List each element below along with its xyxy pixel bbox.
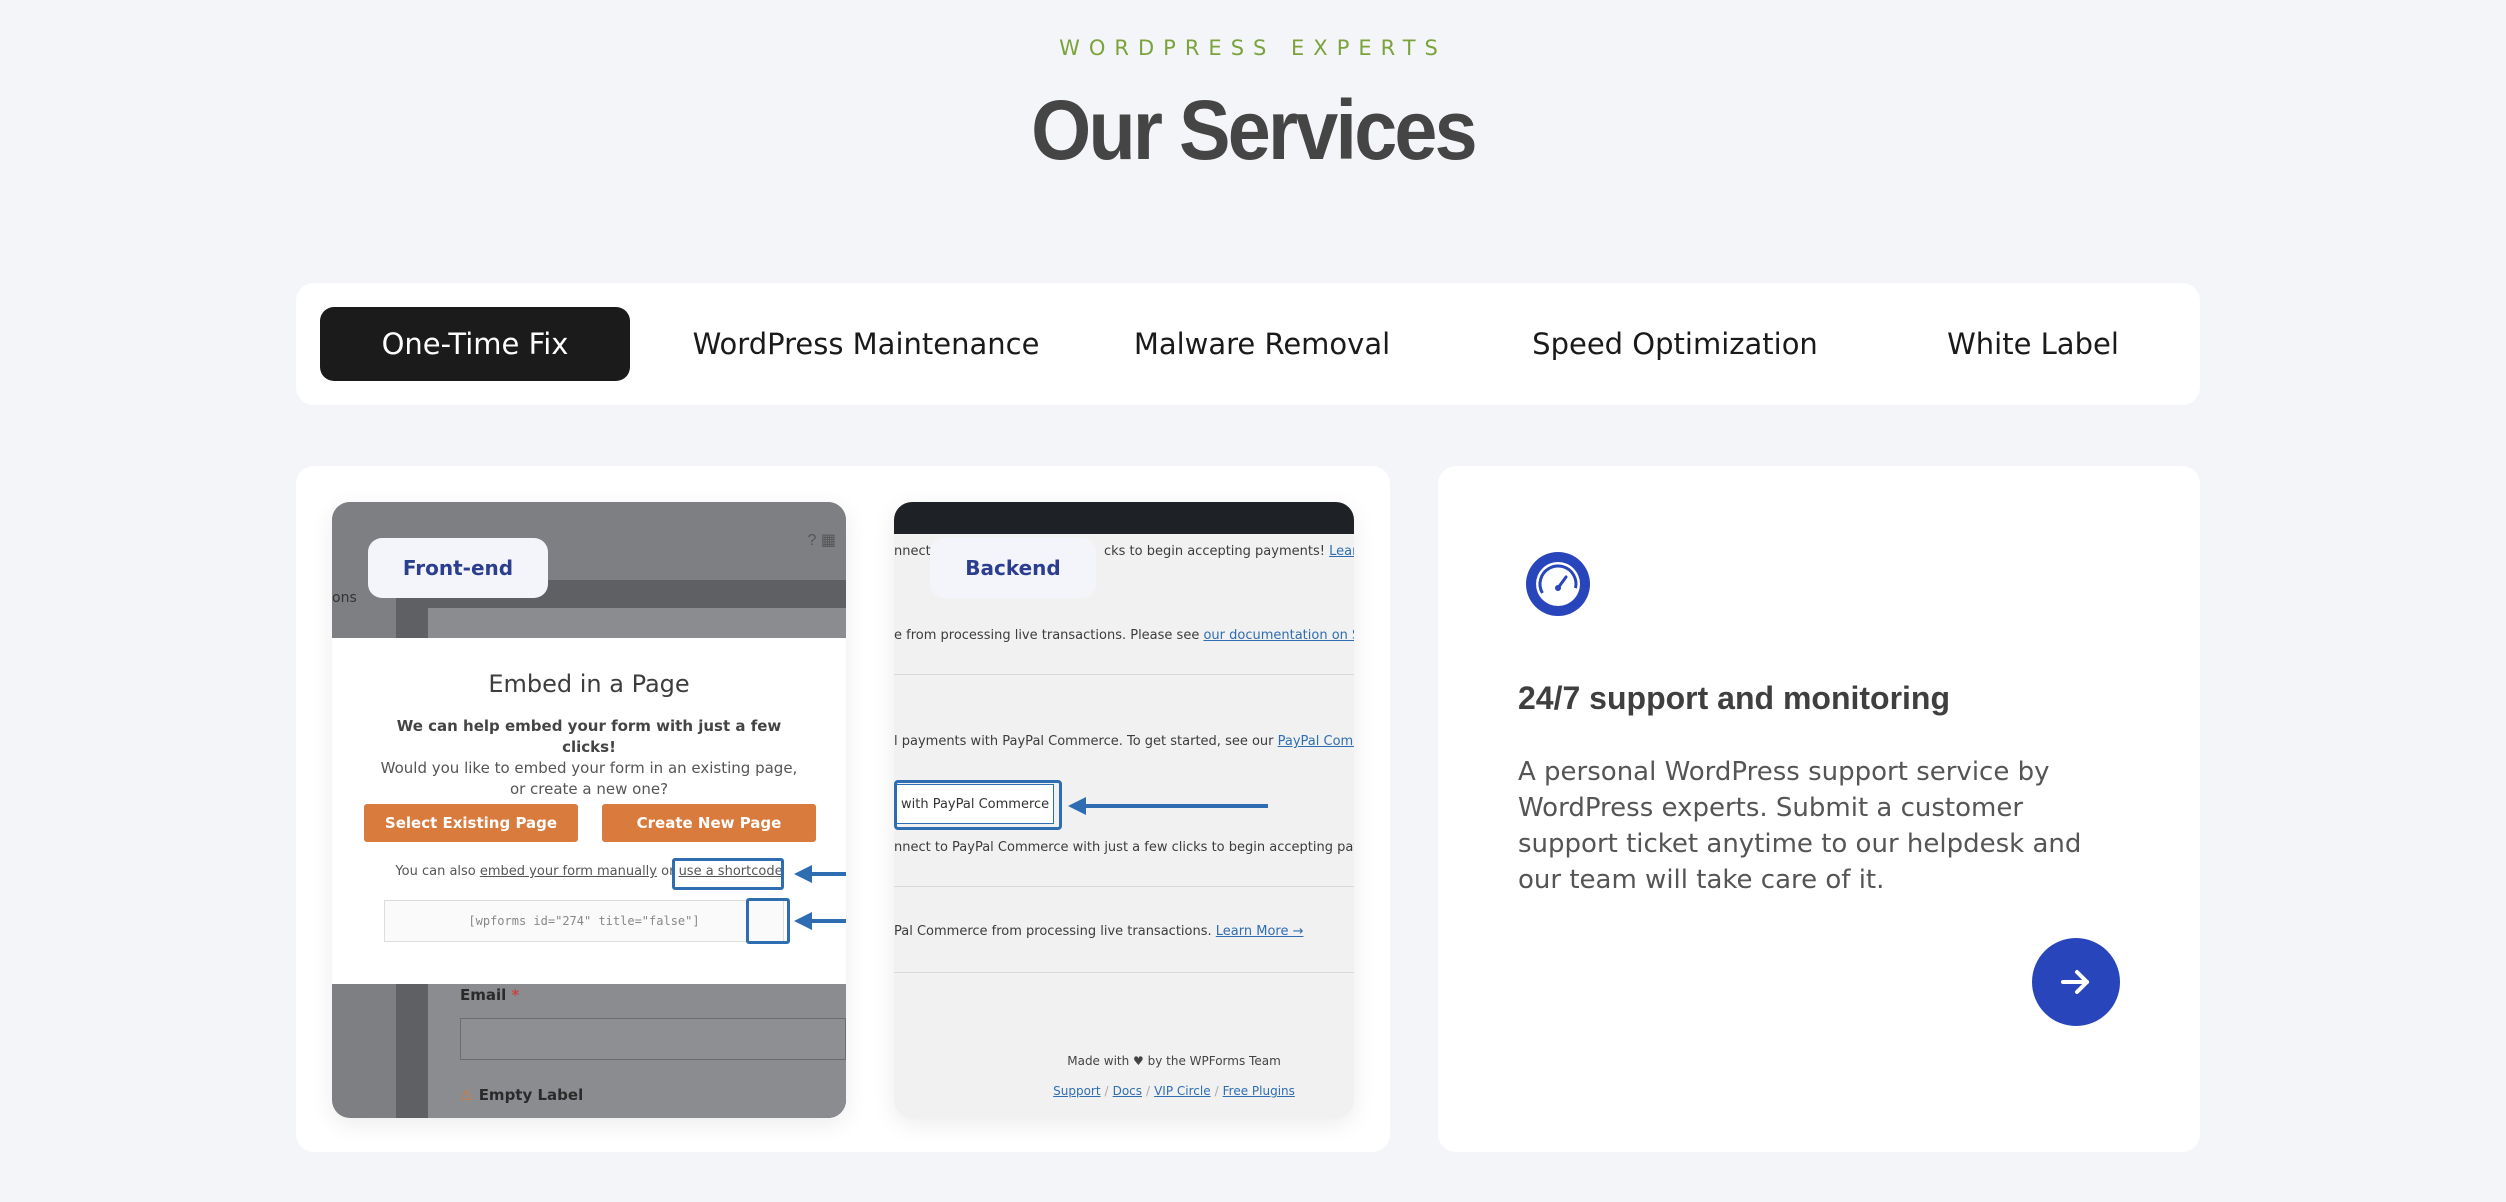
backend-line-1-text: cks to begin accepting payments! bbox=[1103, 544, 1325, 559]
copy-pointer-arrow bbox=[810, 919, 846, 923]
paypal-commerce-link[interactable]: PayPal Commer bbox=[1278, 734, 1354, 749]
footer-docs-link[interactable]: Docs bbox=[1113, 1084, 1142, 1098]
learn-more-arrow-button[interactable] bbox=[2032, 938, 2120, 1026]
email-field-label: Email * bbox=[460, 986, 519, 1004]
backend-line-4: nnect to PayPal Commerce with just a few… bbox=[894, 840, 1354, 855]
backend-line-3: l payments with PayPal Commerce. To get … bbox=[894, 734, 1354, 749]
footer-free-plugins-link[interactable]: Free Plugins bbox=[1223, 1084, 1295, 1098]
paypal-pointer-arrow bbox=[1084, 804, 1268, 808]
backend-line-3-text: l payments with PayPal Commerce. To get … bbox=[894, 734, 1278, 749]
page-title: Our Services bbox=[1031, 83, 1478, 177]
section-eyebrow: WORDPRESS EXPERTS bbox=[1059, 36, 1447, 60]
shortcode-pointer-arrow bbox=[810, 872, 846, 876]
footer-vip-circle-link[interactable]: VIP Circle bbox=[1154, 1084, 1211, 1098]
copy-pointer-arrowhead bbox=[794, 912, 812, 930]
backend-divider-3 bbox=[894, 972, 1354, 973]
required-asterisk: * bbox=[511, 986, 520, 1004]
embed-manually-link[interactable]: embed your form manually bbox=[480, 864, 657, 879]
paypal-highlight-box bbox=[894, 780, 1062, 830]
shortcode-pointer-arrowhead bbox=[794, 865, 812, 883]
backend-footer-links: Support / Docs / VIP Circle / Free Plugins bbox=[1053, 1084, 1295, 1098]
embed-modal-body: Would you like to embed your form in an … bbox=[380, 759, 798, 798]
email-label-text: Email bbox=[460, 986, 507, 1004]
tab-white-label[interactable]: White Label bbox=[1926, 307, 2140, 381]
warning-icon: ⚠ bbox=[460, 1086, 474, 1104]
shortcode-highlight-box bbox=[672, 858, 784, 890]
tab-wordpress-maintenance[interactable]: WordPress Maintenance bbox=[668, 307, 1064, 381]
tab-one-time-fix[interactable]: One-Time Fix bbox=[320, 307, 630, 381]
backend-divider-2 bbox=[894, 886, 1354, 887]
service-tabs: One-Time Fix WordPress Maintenance Malwa… bbox=[296, 283, 2200, 405]
backend-admin-bar bbox=[894, 502, 1354, 534]
empty-label-warning: ⚠ Empty Label bbox=[460, 1086, 583, 1104]
shortcode-field[interactable]: [wpforms id="274" title="false"] bbox=[384, 900, 784, 942]
screenshots-panel: ? ▦ ons Embed in a Page We can help embe… bbox=[296, 466, 1390, 1152]
embed-modal-lead: We can help embed your form with just a … bbox=[396, 717, 782, 756]
embed-also-prefix: You can also bbox=[395, 864, 480, 879]
tab-malware-removal[interactable]: Malware Removal bbox=[1124, 307, 1400, 381]
backend-line-5: Pal Commerce from processing live transa… bbox=[894, 924, 1303, 939]
paypal-pointer-arrowhead bbox=[1068, 797, 1086, 815]
embed-modal-title: Embed in a Page bbox=[488, 670, 690, 698]
backend-line-2-text: e from processing live transactions. Ple… bbox=[894, 628, 1204, 643]
backend-learn-more-link-2[interactable]: Learn More → bbox=[1216, 924, 1304, 939]
arrow-right-icon bbox=[2061, 970, 2089, 994]
feature-title: 24/7 support and monitoring bbox=[1518, 680, 1951, 716]
backend-divider bbox=[894, 674, 1354, 675]
feature-card: 24/7 support and monitoring A personal W… bbox=[1438, 466, 2200, 1152]
frontend-badge: Front-end bbox=[368, 538, 548, 598]
select-existing-page-button[interactable]: Select Existing Page bbox=[364, 804, 578, 842]
backend-badge: Backend bbox=[930, 538, 1096, 598]
help-grid-icons: ? ▦ bbox=[807, 532, 836, 549]
copy-shortcode-highlight-box bbox=[746, 898, 790, 944]
footer-support-link[interactable]: Support bbox=[1053, 1084, 1100, 1098]
tab-speed-optimization[interactable]: Speed Optimization bbox=[1512, 307, 1838, 381]
embed-modal-text: We can help embed your form with just a … bbox=[372, 716, 806, 800]
stripe-docs-link[interactable]: our documentation on Stri bbox=[1203, 628, 1354, 643]
embed-modal: Embed in a Page We can help embed your f… bbox=[332, 638, 846, 984]
backend-learn-more-link[interactable]: Learn M bbox=[1329, 544, 1354, 559]
frontend-side-tab: ons bbox=[332, 590, 357, 606]
backend-line-5-text: Pal Commerce from processing live transa… bbox=[894, 924, 1216, 939]
feature-description: A personal WordPress support service by … bbox=[1518, 757, 2082, 895]
email-input-preview bbox=[460, 1018, 846, 1060]
empty-label-text: Empty Label bbox=[478, 1086, 584, 1104]
speedometer-icon bbox=[1526, 552, 1590, 616]
backend-footer-credit: Made with ♥ by the WPForms Team bbox=[1067, 1054, 1281, 1068]
create-new-page-button[interactable]: Create New Page bbox=[602, 804, 816, 842]
backend-line-2: e from processing live transactions. Ple… bbox=[894, 628, 1354, 643]
